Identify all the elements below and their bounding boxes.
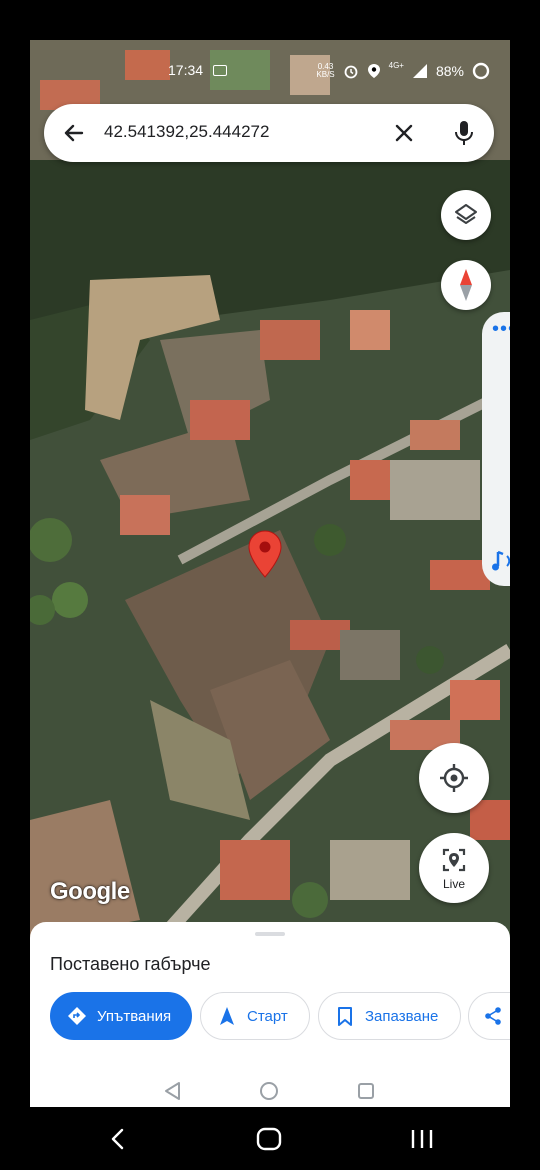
recents-lines-icon[interactable]	[410, 1127, 434, 1151]
start-label: Старт	[247, 1007, 288, 1025]
alarm-icon	[344, 65, 358, 79]
battery-ring-icon	[472, 62, 490, 80]
directions-label: Упътвания	[97, 1007, 172, 1025]
start-button[interactable]: Старт	[200, 992, 310, 1040]
net-speed: 0.43 KB/S	[316, 63, 334, 79]
signal-icon	[412, 64, 427, 78]
back-triangle-icon[interactable]	[163, 1081, 181, 1101]
navigation-arrow-icon	[220, 1007, 234, 1025]
sheet-handle[interactable]	[255, 932, 285, 936]
action-chips: Упътвания Старт Запазване	[50, 992, 510, 1042]
side-panel[interactable]: •••	[482, 312, 510, 586]
live-view-icon	[442, 848, 466, 872]
save-button[interactable]: Запазване	[318, 992, 461, 1040]
bookmark-icon	[338, 1007, 352, 1026]
location-icon	[367, 64, 380, 78]
home-button-icon[interactable]	[256, 1127, 282, 1151]
save-label: Запазване	[365, 1007, 439, 1025]
battery-percent: 88%	[435, 63, 464, 79]
crosshair-icon	[440, 764, 468, 792]
live-label: Live	[442, 877, 465, 891]
layers-icon	[455, 204, 477, 224]
my-location-button[interactable]	[419, 743, 489, 813]
close-icon[interactable]	[392, 121, 416, 145]
status-right: 0.43 KB/S 4G+ 88%	[316, 62, 490, 80]
directions-icon	[68, 1007, 86, 1025]
phone-screen: 17:34 0.43 KB/S 4G+ 88% 42.541392,25.444…	[30, 40, 510, 1107]
status-time: 17:34	[168, 62, 204, 78]
network-type: 4G+	[388, 61, 404, 70]
back-arrow-icon[interactable]	[62, 121, 86, 145]
map-pin[interactable]	[248, 530, 282, 578]
sound-icon[interactable]	[490, 548, 510, 574]
recents-square-icon[interactable]	[357, 1082, 375, 1100]
net-speed-unit: KB/S	[316, 70, 335, 79]
google-logo: Google	[50, 878, 130, 905]
gallery-icon	[213, 65, 227, 76]
more-dots-icon[interactable]: •••	[492, 319, 510, 339]
share-icon	[485, 1007, 501, 1025]
share-button[interactable]	[468, 992, 510, 1040]
place-title: Поставено габърче	[50, 954, 211, 974]
layers-button[interactable]	[441, 190, 491, 240]
mic-icon[interactable]	[452, 119, 476, 147]
status-bar: 17:34 0.43 KB/S 4G+ 88%	[30, 62, 510, 84]
search-bar[interactable]: 42.541392,25.444272	[44, 104, 494, 162]
live-view-button[interactable]: Live	[419, 833, 489, 903]
directions-button[interactable]: Упътвания	[50, 992, 192, 1040]
back-chevron-icon[interactable]	[108, 1127, 128, 1151]
home-circle-icon[interactable]	[259, 1081, 279, 1101]
system-nav-bar	[0, 1107, 540, 1170]
search-input[interactable]: 42.541392,25.444272	[104, 122, 269, 142]
compass-button[interactable]	[441, 260, 491, 310]
app-nav-bar	[30, 1064, 510, 1107]
compass-icon	[460, 269, 472, 301]
